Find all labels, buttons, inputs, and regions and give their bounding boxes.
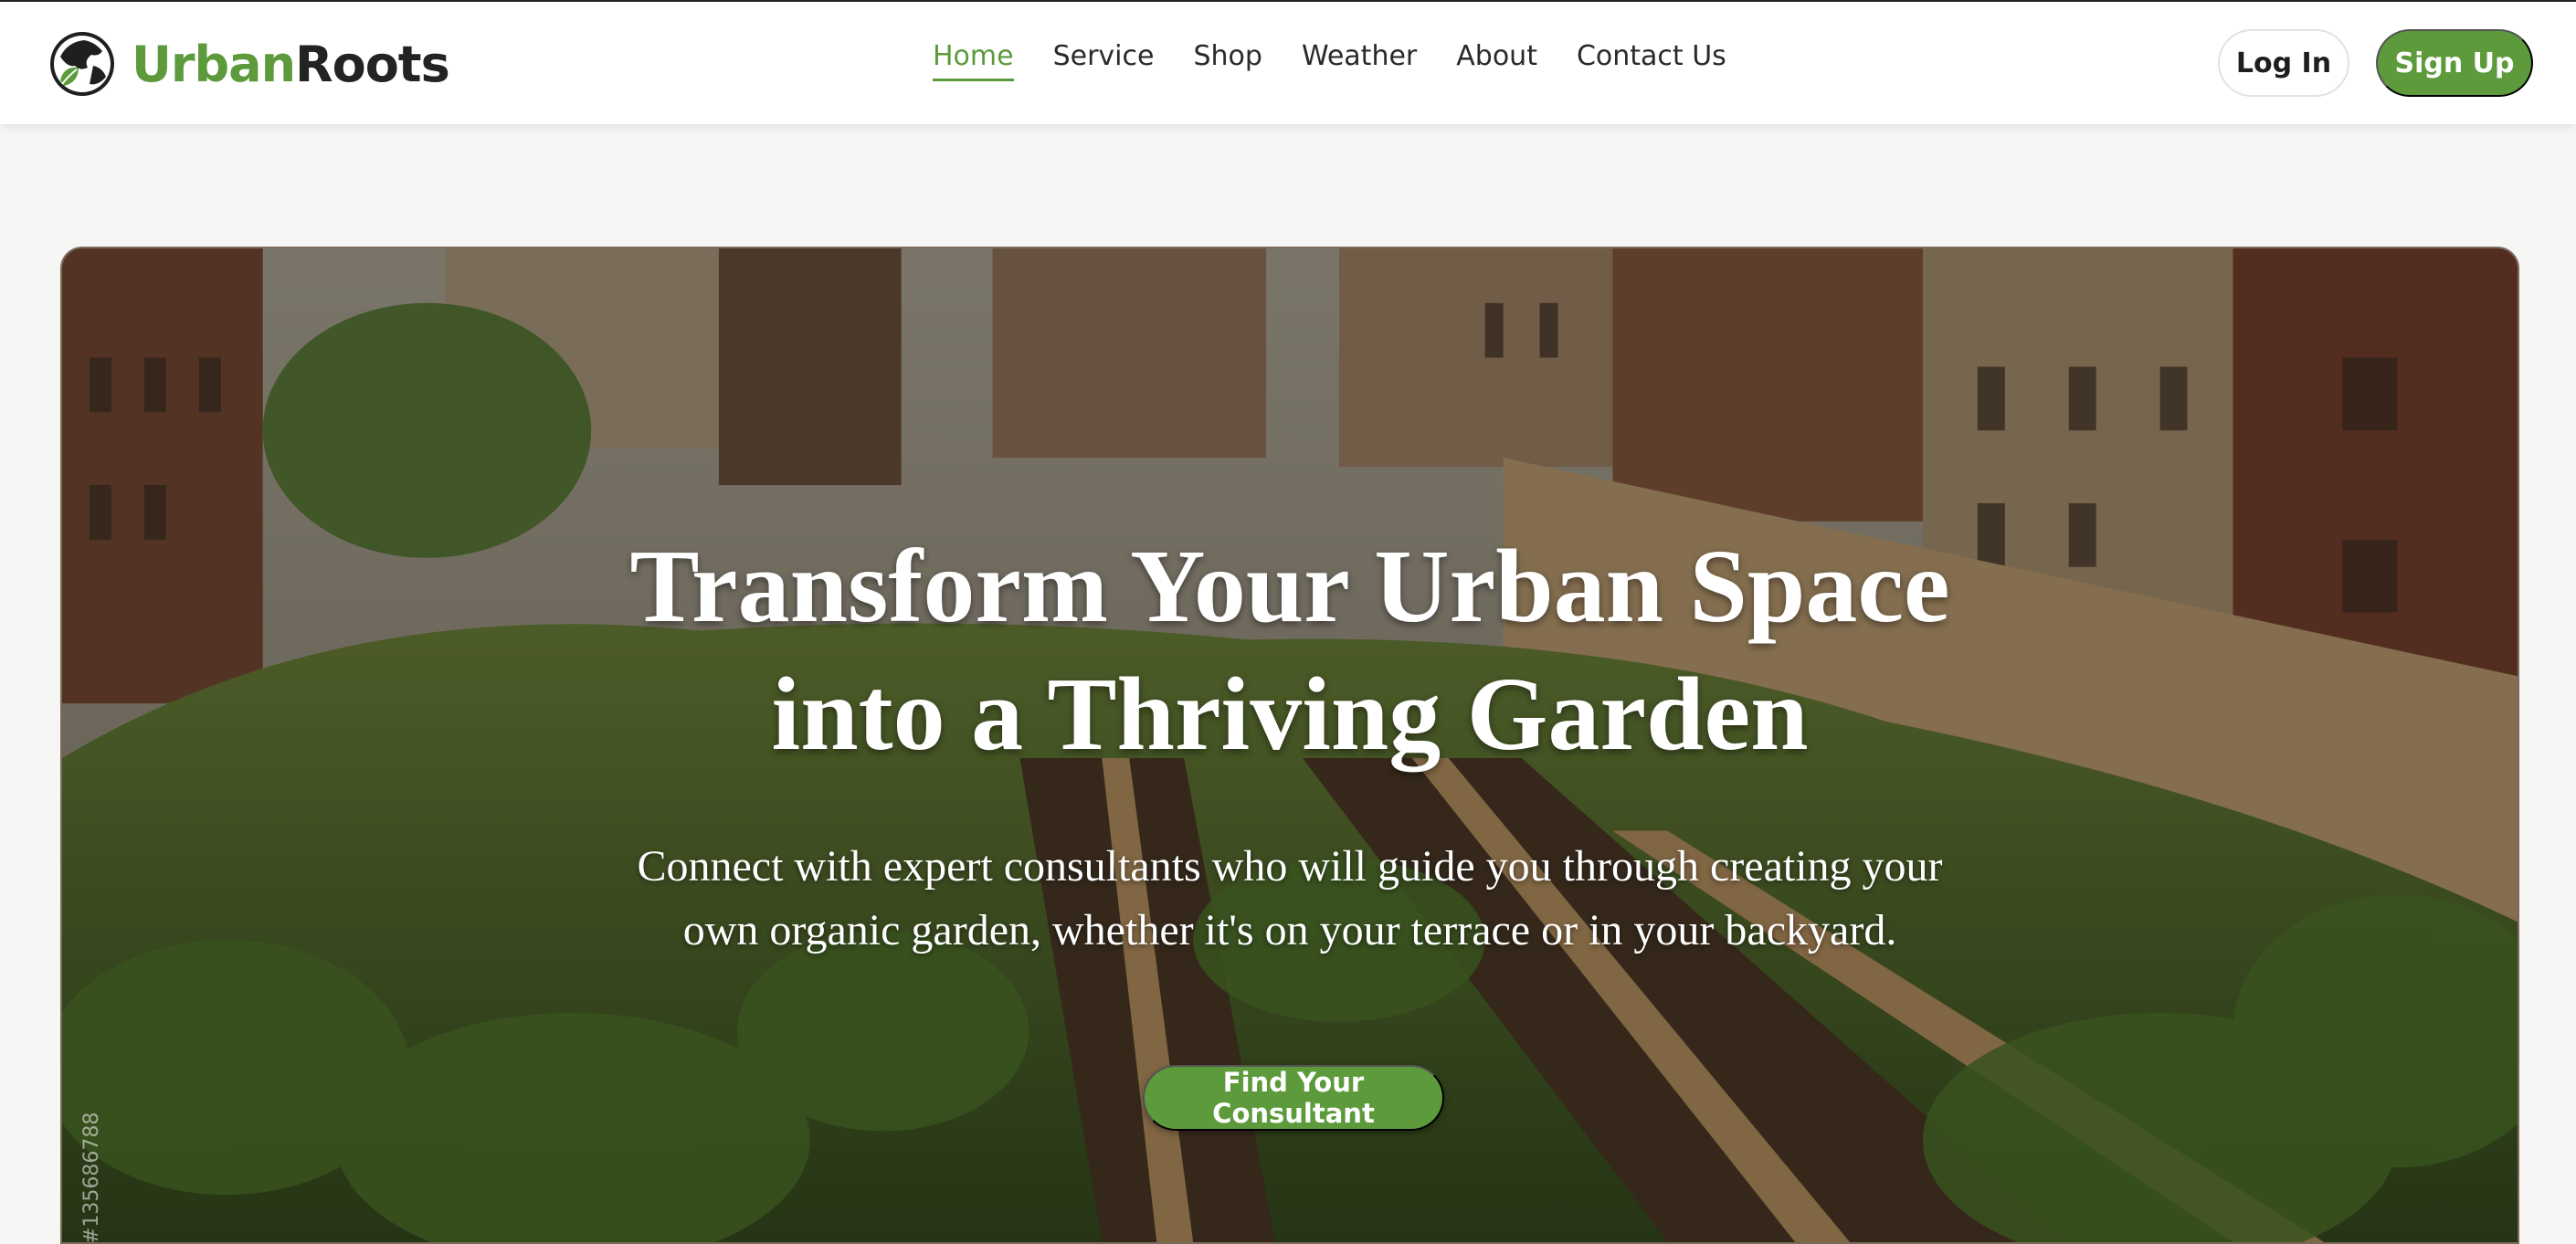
brand-name-urban: Urban xyxy=(132,35,296,93)
top-navbar: UrbanRoots Home Service Shop Weather Abo… xyxy=(0,0,2576,124)
globe-leaf-icon xyxy=(50,32,114,96)
hero-section: Transform Your Urban Space into a Thrivi… xyxy=(60,247,2519,1244)
hero-subtitle-line-1: Connect with expert consultants who will… xyxy=(637,842,1943,891)
brand-name-roots: Roots xyxy=(295,35,450,93)
nav-item-weather[interactable]: Weather xyxy=(1302,37,1417,77)
nav-item-service[interactable]: Service xyxy=(1053,37,1155,77)
brand-logo-link[interactable]: UrbanRoots xyxy=(48,27,450,100)
nav-item-about[interactable]: About xyxy=(1456,37,1537,77)
sign-up-button[interactable]: Sign Up xyxy=(2376,29,2533,97)
main-nav: Home Service Shop Weather About Contact … xyxy=(933,37,1766,81)
find-your-consultant-button[interactable]: Find Your Consultant xyxy=(1143,1065,1444,1131)
hero-title-line-1: Transform Your Urban Space xyxy=(629,528,1950,644)
stock-image-id: #135686788 xyxy=(80,1112,103,1244)
log-in-button[interactable]: Log In xyxy=(2218,29,2349,97)
nav-item-contact-us[interactable]: Contact Us xyxy=(1577,37,1726,77)
nav-item-shop[interactable]: Shop xyxy=(1193,37,1262,77)
hero-subtitle: Connect with expert consultants who will… xyxy=(62,835,2518,963)
brand-name: UrbanRoots xyxy=(132,35,450,93)
hero-title: Transform Your Urban Space into a Thrivi… xyxy=(62,522,2518,778)
hero-title-line-2: into a Thriving Garden xyxy=(771,656,1809,772)
hero-subtitle-line-2: own organic garden, whether it's on your… xyxy=(682,906,1897,954)
nav-item-home[interactable]: Home xyxy=(933,37,1014,81)
